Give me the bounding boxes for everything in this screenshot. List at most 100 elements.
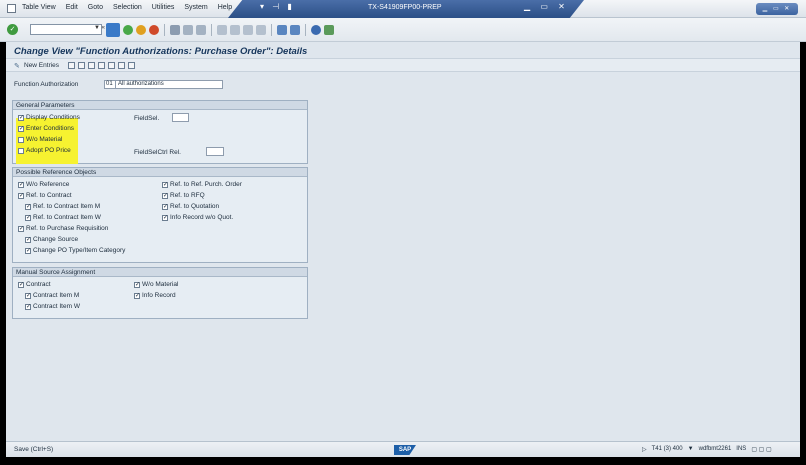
new-entries-button[interactable]: New Entries	[24, 62, 59, 69]
window-system-icon[interactable]	[7, 4, 16, 13]
last-page-icon[interactable]	[256, 25, 266, 35]
save-icon[interactable]	[106, 23, 120, 37]
checkbox-ref-to-contract-item-m[interactable]: ✓ Ref. to Contract Item M	[25, 203, 100, 210]
menu-goto[interactable]: Goto	[88, 4, 103, 11]
back-icon[interactable]	[123, 25, 133, 35]
checkbox-info-record[interactable]: ✓ Info Record	[134, 292, 176, 299]
checkbox-contract-item-w[interactable]: ✓ Contract Item W	[25, 303, 80, 310]
fieldselctrl-input[interactable]	[206, 147, 224, 156]
checkbox-box[interactable]: ✓	[25, 303, 31, 310]
command-dropdown-icon[interactable]: ▼ «	[94, 25, 105, 31]
next-page-icon[interactable]	[243, 25, 253, 35]
status-info: ▷ T41 (3) 400 ▼ wdfbmt2261 INS ▢ ▢ ▢	[642, 446, 772, 453]
select-all-icon[interactable]	[128, 62, 135, 69]
menu-help[interactable]: Help	[218, 4, 232, 11]
previous-page-icon[interactable]	[230, 25, 240, 35]
enter-icon[interactable]: ✓	[7, 24, 18, 35]
toolbar-icons	[106, 23, 334, 37]
application-toolbar: ✎ New Entries	[6, 58, 800, 72]
checkbox-contract[interactable]: ✓ Contract	[18, 281, 51, 288]
checkbox-label: W/o Material	[26, 136, 63, 143]
checkbox-label: Contract Item W	[33, 303, 80, 310]
checkbox-ref-to-contract-item-w[interactable]: ✓ Ref. to Contract Item W	[25, 214, 101, 221]
checkbox-box[interactable]: ✓	[134, 281, 140, 288]
checkbox-label: W/o Reference	[26, 181, 70, 188]
checkbox-label: Adopt PO Price	[26, 147, 71, 154]
checkbox-box[interactable]: ✓	[18, 225, 24, 232]
checkbox-label: Change Source	[33, 236, 79, 243]
checkbox-box[interactable]: ✓	[18, 125, 24, 132]
checkbox-ref-to-ref-purch-order[interactable]: ✓ Ref. to Ref. Purch. Order	[162, 181, 242, 188]
insert-mode: INS	[736, 446, 747, 452]
refresh-icon[interactable]	[98, 62, 105, 69]
checkbox-box[interactable]: ✓	[18, 114, 24, 121]
main-menu: Table View Edit Goto Selection Utilities…	[22, 4, 232, 11]
checkbox-box[interactable]: ✓	[25, 292, 31, 299]
checkbox-box[interactable]: ✓	[162, 203, 168, 210]
undo-change-icon[interactable]	[88, 62, 95, 69]
checkbox-display-conditions[interactable]: ✓ Display Conditions	[18, 114, 80, 121]
find-icon[interactable]	[183, 25, 193, 35]
command-field[interactable]	[30, 24, 102, 35]
exit-icon[interactable]	[136, 25, 146, 35]
next-entry-icon[interactable]	[118, 62, 125, 69]
find-next-icon[interactable]	[196, 25, 206, 35]
title-band: ▾ ⊣ ▮ TX-S41909FP00-PREP ▁ ▭ ✕	[228, 0, 584, 18]
checkbox-box[interactable]: ✓	[134, 292, 140, 299]
delete-icon[interactable]	[78, 62, 85, 69]
checkbox-wo-material[interactable]: W/o Material	[18, 136, 62, 143]
help-icon[interactable]	[311, 25, 321, 35]
toolbar-separator	[271, 24, 272, 36]
menu-selection[interactable]: Selection	[113, 4, 142, 11]
checkbox-box[interactable]: ✓	[162, 192, 168, 199]
checkbox-box[interactable]: ✓	[18, 181, 24, 188]
checkbox-ref-to-quotation[interactable]: ✓ Ref. to Quotation	[162, 203, 219, 210]
checkbox-adopt-po-price[interactable]: Adopt PO Price	[18, 147, 71, 154]
checkbox-ref-to-purchase-requisition[interactable]: ✓ Ref. to Purchase Requisition	[18, 225, 108, 232]
menu-utilities[interactable]: Utilities	[152, 4, 175, 11]
checkbox-label: Display Conditions	[26, 114, 80, 121]
checkbox-box[interactable]: ✓	[18, 192, 24, 199]
checkbox-box[interactable]: ✓	[162, 181, 168, 188]
sap-logo: SAP	[394, 445, 416, 455]
title-band-left-icons[interactable]: ▾ ⊣ ▮	[260, 2, 295, 11]
copy-as-icon[interactable]	[68, 62, 75, 69]
checkbox-box[interactable]	[18, 136, 24, 143]
session-dropdown-icon[interactable]: ▼	[688, 446, 694, 453]
checkbox-enter-conditions[interactable]: ✓ Enter Conditions	[18, 125, 74, 132]
menu-bar: Table View Edit Goto Selection Utilities…	[0, 0, 806, 18]
inner-window-controls[interactable]: ▁ ▭ ✕	[524, 2, 569, 11]
checkbox-box[interactable]: ✓	[25, 214, 31, 221]
new-entries-icon[interactable]: ✎	[14, 62, 20, 70]
checkbox-label: Change PO Type/Item Category	[33, 247, 126, 254]
print-icon[interactable]	[170, 25, 180, 35]
status-expand-icon[interactable]: ▷	[642, 446, 647, 453]
new-session-icon[interactable]	[277, 25, 287, 35]
layout-menu-icon[interactable]	[324, 25, 334, 35]
checkbox-box[interactable]	[18, 147, 24, 154]
menu-system[interactable]: System	[184, 4, 207, 11]
menu-table-view[interactable]: Table View	[22, 4, 56, 11]
session-info[interactable]: T41 (3) 400	[652, 446, 683, 453]
menu-edit[interactable]: Edit	[66, 4, 78, 11]
checkbox-info-record-wo-quot[interactable]: ✓ Info Record w/o Quot.	[162, 214, 233, 221]
checkbox-box[interactable]: ✓	[25, 203, 31, 210]
checkbox-box[interactable]: ✓	[18, 281, 24, 288]
window-controls[interactable]: ▁ ▭ ✕	[756, 3, 798, 15]
fieldsel-input[interactable]	[172, 113, 189, 122]
checkbox-manual-wo-material[interactable]: ✓ W/o Material	[134, 281, 178, 288]
checkbox-change-po-type[interactable]: ✓ Change PO Type/Item Category	[25, 247, 125, 254]
checkbox-box[interactable]: ✓	[25, 236, 31, 243]
checkbox-change-source[interactable]: ✓ Change Source	[25, 236, 78, 243]
function-authorization-label: Function Authorization	[14, 81, 79, 88]
cancel-icon[interactable]	[149, 25, 159, 35]
checkbox-box[interactable]: ✓	[162, 214, 168, 221]
checkbox-box[interactable]: ✓	[25, 247, 31, 254]
previous-entry-icon[interactable]	[108, 62, 115, 69]
checkbox-ref-to-contract[interactable]: ✓ Ref. to Contract	[18, 192, 72, 199]
checkbox-contract-item-m[interactable]: ✓ Contract Item M	[25, 292, 79, 299]
first-page-icon[interactable]	[217, 25, 227, 35]
shortcut-icon[interactable]	[290, 25, 300, 35]
checkbox-ref-to-rfq[interactable]: ✓ Ref. to RFQ	[162, 192, 205, 199]
checkbox-wo-reference[interactable]: ✓ W/o Reference	[18, 181, 69, 188]
